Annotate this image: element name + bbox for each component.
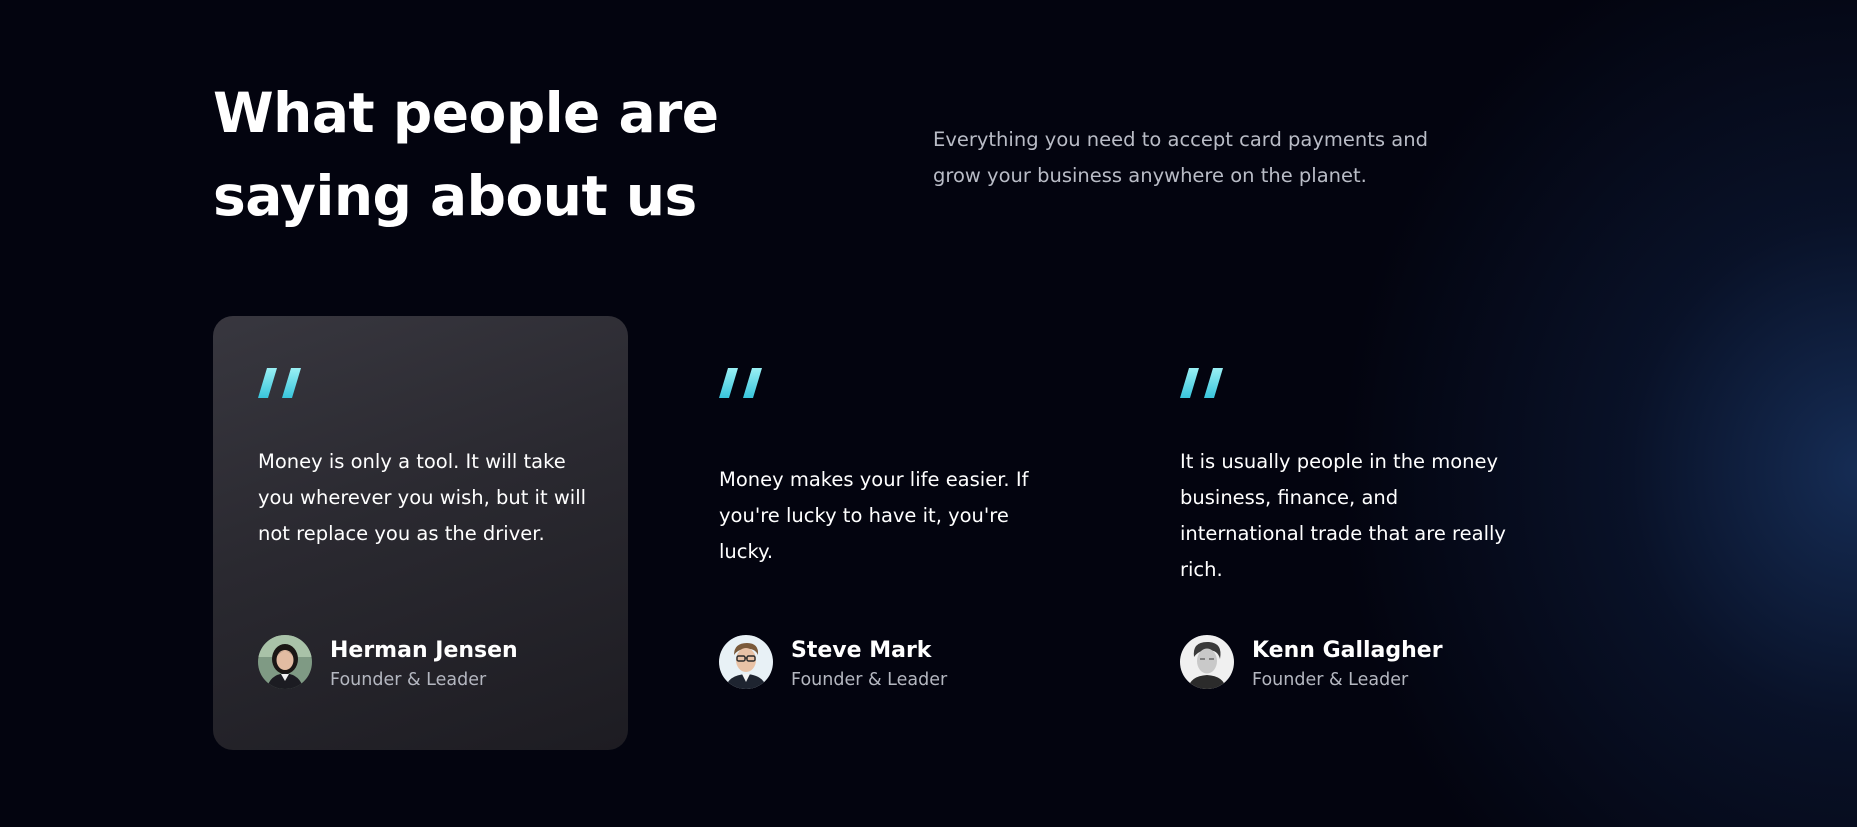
author-name: Steve Mark (791, 638, 932, 663)
testimonial-author: Herman Jensen Founder & Leader (258, 634, 598, 690)
testimonial-card[interactable]: It is usually people in the money busine… (1135, 316, 1550, 750)
testimonials-section: What people are saying about us Everythi… (0, 0, 1857, 827)
author-role: Founder & Leader (1252, 670, 1409, 690)
testimonial-text: It is usually people in the money busine… (1180, 450, 1506, 581)
author-role: Founder & Leader (330, 670, 487, 690)
section-heading: What people are saying about us (213, 81, 719, 228)
quote-icon (1180, 368, 1223, 398)
section-lead: Everything you need to accept card payme… (933, 128, 1428, 187)
testimonial-card[interactable]: Money is only a tool. It will take you w… (213, 316, 628, 750)
avatar-photo (1180, 635, 1234, 689)
avatar (1180, 635, 1234, 689)
author-name: Kenn Gallagher (1252, 638, 1443, 663)
testimonial-text: Money is only a tool. It will take you w… (258, 450, 587, 545)
avatar-photo (258, 635, 312, 689)
author-name: Herman Jensen (330, 638, 518, 663)
quote-icon (719, 368, 762, 398)
testimonial-author: Steve Mark Founder & Leader (719, 634, 1059, 690)
avatar (719, 635, 773, 689)
author-role: Founder & Leader (791, 670, 948, 690)
quote-icon (258, 368, 301, 398)
avatar-photo (719, 635, 773, 689)
testimonial-author: Kenn Gallagher Founder & Leader (1180, 634, 1520, 690)
testimonial-text: Money makes your life easier. If you're … (719, 468, 1029, 563)
testimonial-card[interactable]: Money makes your life easier. If you're … (674, 316, 1089, 750)
avatar (258, 635, 312, 689)
